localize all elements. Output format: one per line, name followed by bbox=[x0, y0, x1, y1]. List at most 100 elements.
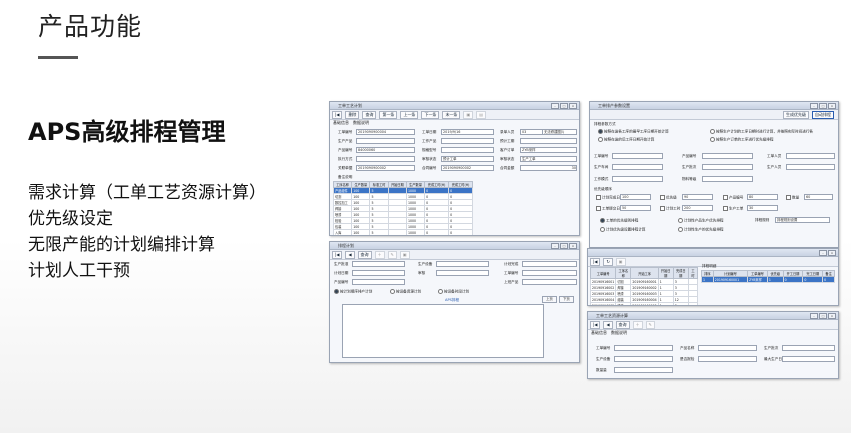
close-button[interactable]: × bbox=[828, 250, 836, 256]
priority-weight-field[interactable]: 80 bbox=[747, 194, 778, 200]
plan-done-field[interactable] bbox=[522, 261, 577, 267]
radio-option[interactable]: 按照生产订单的工序进行优先级排程 bbox=[710, 137, 774, 143]
priority-weight-field[interactable]: 30 bbox=[747, 205, 778, 211]
radio-option[interactable]: 计划优先级设置排程计算 bbox=[600, 227, 646, 233]
first-record-icon[interactable]: |◀ bbox=[590, 320, 601, 329]
column-header[interactable]: 开始日期 bbox=[387, 181, 407, 188]
checkbox-icon[interactable] bbox=[786, 195, 791, 200]
work-mode-field[interactable] bbox=[612, 176, 663, 182]
radio-icon[interactable] bbox=[678, 218, 683, 223]
save-icon[interactable]: ▣ bbox=[399, 250, 410, 259]
column-header[interactable]: 开始日期 bbox=[657, 267, 674, 279]
maximize-button[interactable]: □ bbox=[560, 243, 568, 249]
batch-field[interactable] bbox=[702, 164, 753, 170]
inspection-field[interactable] bbox=[698, 356, 757, 362]
radio-icon[interactable] bbox=[438, 289, 443, 294]
minimize-button[interactable]: – bbox=[810, 313, 818, 319]
checkbox-icon[interactable] bbox=[723, 195, 728, 200]
priority-weight-field[interactable]: 50 bbox=[620, 205, 651, 211]
material-level-field[interactable] bbox=[702, 176, 753, 182]
product-field[interactable] bbox=[356, 138, 415, 144]
workshop-field[interactable] bbox=[612, 164, 663, 170]
checkbox-icon[interactable] bbox=[660, 195, 665, 200]
add-icon[interactable]: ＋ bbox=[374, 250, 385, 259]
entry-person-field[interactable]: 03 bbox=[520, 129, 543, 135]
prev-page-button[interactable]: 上页 bbox=[542, 296, 557, 303]
radio-icon[interactable] bbox=[710, 129, 715, 134]
maximize-button[interactable]: □ bbox=[819, 103, 827, 109]
delete-button[interactable]: 删除 bbox=[345, 110, 360, 119]
production-staff-field[interactable] bbox=[786, 164, 835, 170]
spec-field[interactable] bbox=[441, 147, 494, 153]
first-record-icon[interactable]: |◀ bbox=[332, 250, 343, 259]
related-doc-field[interactable]: 2019090900002 bbox=[356, 165, 415, 171]
shift-product-field[interactable] bbox=[522, 279, 577, 285]
column-header[interactable]: 工序名称 bbox=[615, 267, 632, 279]
order-number-field[interactable] bbox=[614, 345, 673, 351]
radio-option[interactable]: 计划性生产的优先级排程 bbox=[678, 227, 724, 233]
checkbox-option[interactable]: 生产工单 bbox=[723, 206, 743, 212]
checkbox-option[interactable]: 数量 bbox=[786, 195, 799, 201]
tab-basic-info[interactable]: 基础信息 bbox=[591, 330, 607, 336]
exec-mode-field[interactable] bbox=[356, 156, 415, 162]
close-button[interactable]: × bbox=[828, 313, 836, 319]
checkbox-icon[interactable] bbox=[596, 195, 601, 200]
equipment-field[interactable] bbox=[436, 261, 489, 267]
column-header[interactable]: 完成工时(H) bbox=[424, 181, 450, 188]
column-header[interactable]: 工单编号 bbox=[589, 267, 617, 279]
print-icon[interactable]: ▤ bbox=[476, 110, 486, 119]
prev-record-icon[interactable]: ◀ bbox=[345, 250, 355, 259]
checkbox-icon[interactable] bbox=[596, 206, 601, 211]
contract-number-field[interactable]: 2019090900002 bbox=[441, 165, 494, 171]
radio-icon[interactable] bbox=[334, 289, 339, 294]
add-icon[interactable]: ＋ bbox=[632, 320, 643, 329]
minimize-button[interactable]: – bbox=[551, 243, 559, 249]
radio-icon[interactable] bbox=[598, 129, 603, 134]
tab-basic-info[interactable]: 基础信息 bbox=[333, 120, 349, 126]
minimize-button[interactable]: – bbox=[819, 250, 827, 256]
priority-weight-field[interactable]: 200 bbox=[682, 205, 713, 211]
radio-option[interactable]: 计划性产品生产优先排程 bbox=[678, 218, 724, 224]
query-button[interactable]: 查询 bbox=[357, 250, 372, 259]
equipment-field[interactable] bbox=[614, 356, 673, 362]
priority-weight-field[interactable]: 100 bbox=[620, 194, 651, 200]
checkbox-option[interactable]: 计划完成日 bbox=[596, 195, 620, 201]
checkbox-option[interactable]: 产品编号 bbox=[723, 195, 743, 201]
tab-notes[interactable]: 数据说明 bbox=[353, 120, 369, 126]
checkbox-option[interactable]: 工单提交日 bbox=[596, 206, 620, 212]
sort-rule-select[interactable]: 排程规则设置 bbox=[775, 217, 830, 223]
batch-field[interactable] bbox=[782, 345, 835, 351]
radio-icon[interactable] bbox=[600, 218, 605, 223]
radio-icon[interactable] bbox=[710, 137, 715, 142]
radio-icon[interactable] bbox=[678, 227, 683, 232]
auto-schedule-button[interactable]: 自动排程 bbox=[812, 110, 834, 119]
next-button[interactable]: 下一条 bbox=[421, 110, 440, 119]
order-staff-field[interactable] bbox=[786, 153, 835, 159]
max-production-day-field[interactable] bbox=[782, 356, 835, 362]
radio-option[interactable]: 按设备时段计划 bbox=[438, 289, 469, 295]
radio-icon[interactable] bbox=[600, 227, 605, 232]
column-header[interactable]: 工序名称 bbox=[332, 181, 353, 188]
checkbox-option[interactable]: 计划工时 bbox=[660, 206, 680, 212]
minimize-button[interactable]: – bbox=[810, 103, 818, 109]
radio-option[interactable]: 按照生产计划的工序日期时进行计算，并按照实际时间进行各 bbox=[710, 129, 813, 135]
radio-icon[interactable] bbox=[598, 137, 603, 142]
checkbox-icon[interactable] bbox=[723, 206, 728, 211]
close-button[interactable]: × bbox=[569, 103, 577, 109]
radio-option[interactable]: 按照在途的后工序日期开始计算 bbox=[598, 137, 654, 143]
order-number-field[interactable] bbox=[522, 270, 577, 276]
customer-order-field[interactable]: ZYB采样 bbox=[520, 147, 577, 153]
prev-record-icon[interactable]: ◀ bbox=[603, 320, 613, 329]
radio-option[interactable]: 工单的优先级别排程 bbox=[600, 218, 638, 224]
audit-field[interactable] bbox=[436, 270, 489, 276]
tab-notes[interactable]: 数据说明 bbox=[611, 330, 627, 336]
radio-option[interactable]: 按设备资源计划 bbox=[390, 289, 421, 295]
minimize-button[interactable]: – bbox=[551, 103, 559, 109]
query-button[interactable]: 查询 bbox=[615, 320, 630, 329]
audit-status-field-2[interactable]: 生产工单 bbox=[520, 156, 577, 162]
generate-priority-button[interactable]: 生成优先级 bbox=[783, 110, 809, 119]
column-header[interactable]: 生产数量 bbox=[405, 181, 426, 188]
aps-link[interactable]: APS排程 bbox=[445, 298, 459, 303]
table-row[interactable]: 1 201909160001 ZYB采样 1 0 0 0 bbox=[701, 276, 835, 283]
order-number-field[interactable]: 2019090900004 bbox=[356, 129, 415, 135]
